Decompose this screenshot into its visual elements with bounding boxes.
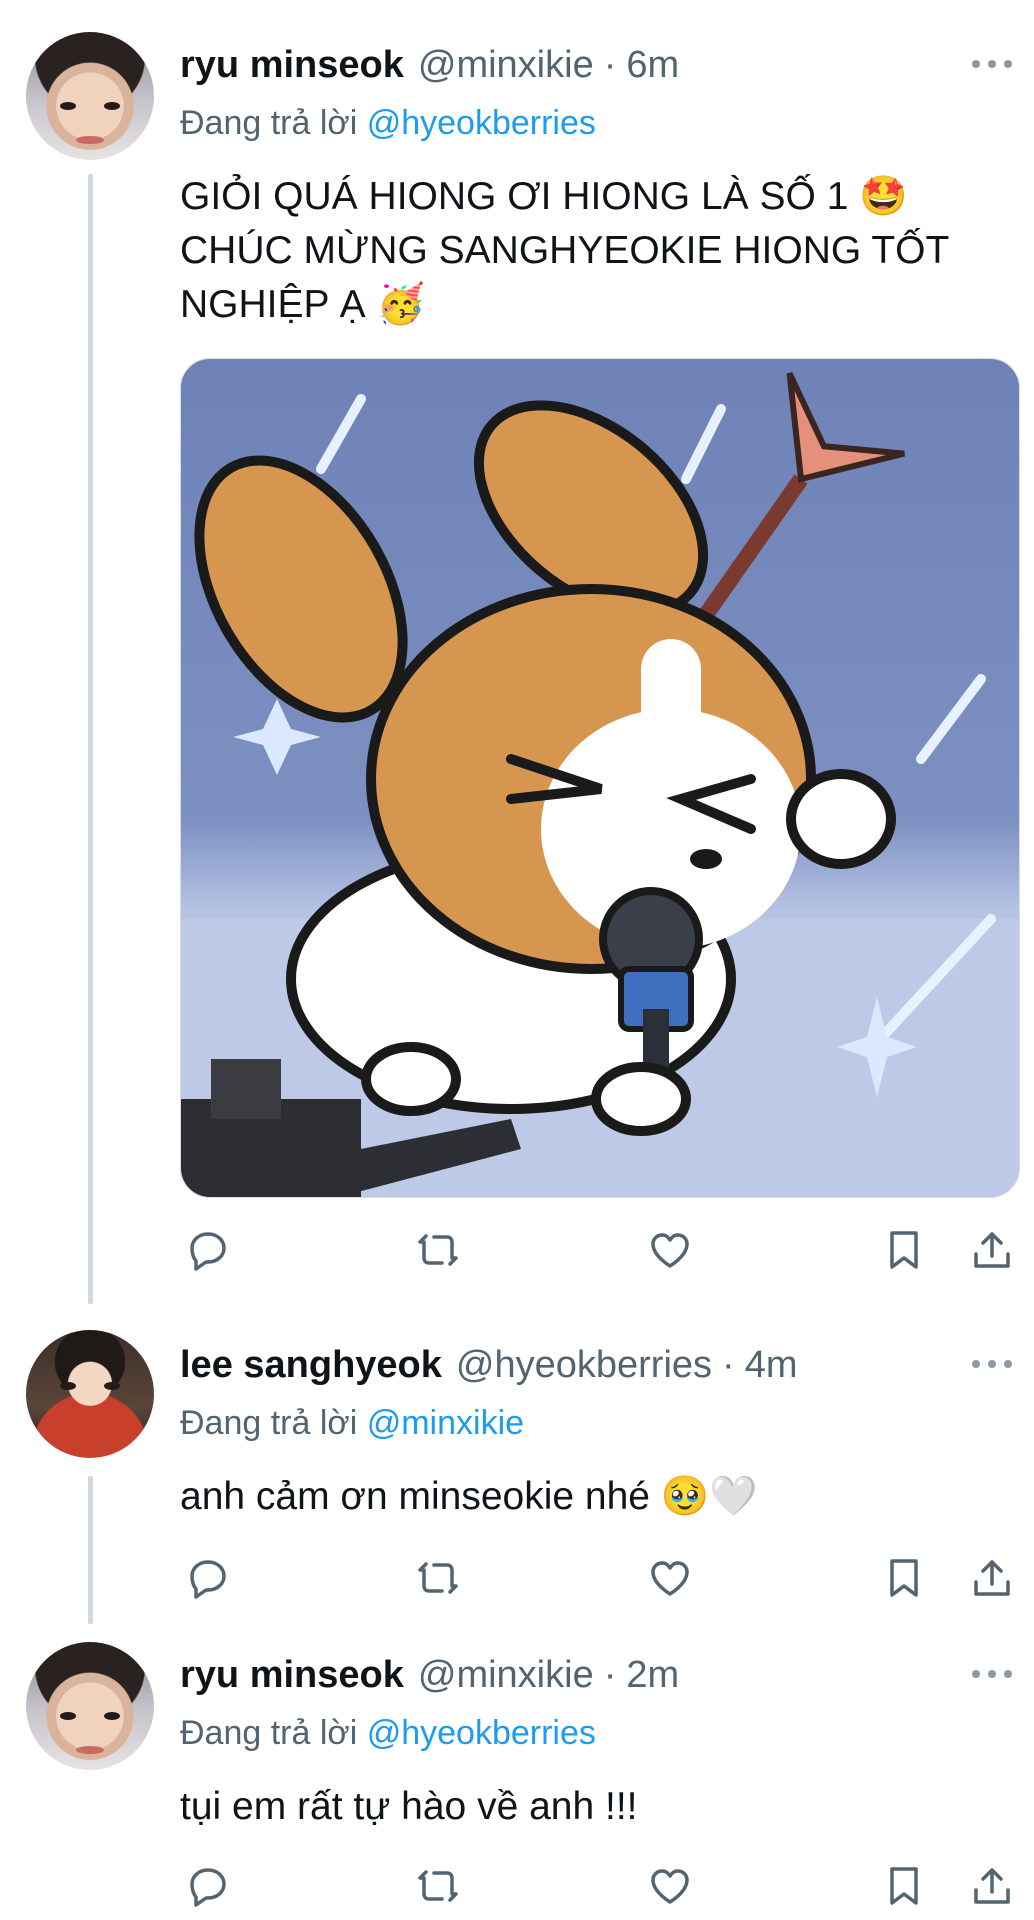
display-name[interactable]: lee sanghyeok <box>180 1344 442 1387</box>
replying-to: Đang trả lời @hyeokberries <box>180 104 596 143</box>
tweet-text: tụi em rất tự hào về anh !!! <box>180 1785 638 1828</box>
replying-to: Đang trả lời @minxikie <box>180 1404 524 1443</box>
more-icon[interactable] <box>972 1654 1012 1694</box>
avatar-eyes <box>60 1382 120 1392</box>
more-icon[interactable] <box>972 44 1012 84</box>
avatar[interactable] <box>26 1642 154 1770</box>
share-icon[interactable] <box>964 1222 1020 1278</box>
share-icon[interactable] <box>964 1550 1020 1606</box>
tweet-media-image[interactable] <box>180 358 1020 1198</box>
thread-line <box>88 1476 93 1624</box>
share-icon[interactable] <box>964 1858 1020 1914</box>
avatar-mouth <box>76 136 104 144</box>
avatar-eyes <box>60 1712 120 1722</box>
tweet-actions <box>180 1858 1020 1914</box>
user-handle[interactable]: @hyeokberries <box>456 1344 712 1387</box>
separator-dot: · <box>722 1343 735 1386</box>
timestamp[interactable]: 6m <box>626 44 679 87</box>
reply-icon[interactable] <box>180 1550 236 1606</box>
mention-link[interactable]: @hyeokberries <box>367 104 596 142</box>
reply-icon[interactable] <box>180 1858 236 1914</box>
tweet-header: lee sanghyeok @hyeokberries · 4m <box>180 1340 798 1390</box>
tweet-text: anh cảm ơn minseokie nhé 🥹🤍 <box>180 1475 758 1518</box>
avatar[interactable] <box>26 1330 154 1458</box>
replying-prefix: Đang trả lời <box>180 104 358 142</box>
timestamp[interactable]: 4m <box>745 1344 798 1387</box>
retweet-icon[interactable] <box>410 1222 466 1278</box>
tweet-actions <box>180 1550 1020 1606</box>
mention-link[interactable]: @hyeokberries <box>367 1714 596 1752</box>
replying-prefix: Đang trả lời <box>180 1714 358 1752</box>
display-name[interactable]: ryu minseok <box>180 44 404 87</box>
user-handle[interactable]: @minxikie <box>418 44 594 87</box>
separator-dot: · <box>603 43 617 86</box>
retweet-icon[interactable] <box>410 1550 466 1606</box>
more-icon[interactable] <box>972 1344 1012 1384</box>
bookmark-icon[interactable] <box>876 1222 932 1278</box>
avatar-eyes <box>60 102 120 112</box>
timestamp[interactable]: 2m <box>626 1654 679 1697</box>
mention-link[interactable]: @minxikie <box>367 1404 524 1442</box>
bookmark-icon[interactable] <box>876 1550 932 1606</box>
avatar[interactable] <box>26 32 154 160</box>
separator-dot: · <box>603 1653 617 1696</box>
display-name[interactable]: ryu minseok <box>180 1654 404 1697</box>
corgi-illustration <box>181 372 1019 1197</box>
like-icon[interactable] <box>642 1858 698 1914</box>
avatar-mouth <box>76 1746 104 1754</box>
tweet-2[interactable]: lee sanghyeok @hyeokberries · 4m Đang tr… <box>0 1300 1034 1624</box>
replying-prefix: Đang trả lời <box>180 1404 358 1442</box>
tweet-actions <box>180 1222 1020 1278</box>
tweet-1[interactable]: ryu minseok @minxikie · 6m Đang trả lời … <box>0 0 1034 1304</box>
like-icon[interactable] <box>642 1222 698 1278</box>
tweet-3[interactable]: ryu minseok @minxikie · 2m Đang trả lời … <box>0 1610 1034 1920</box>
tweet-header: ryu minseok @minxikie · 6m <box>180 40 679 90</box>
tweet-header: ryu minseok @minxikie · 2m <box>180 1650 679 1700</box>
like-icon[interactable] <box>642 1550 698 1606</box>
bookmark-icon[interactable] <box>876 1858 932 1914</box>
replying-to: Đang trả lời @hyeokberries <box>180 1714 596 1753</box>
user-handle[interactable]: @minxikie <box>418 1654 594 1697</box>
tweet-text: GIỎI QUÁ HIONG ƠI HIONG LÀ SỐ 1 🤩 CHÚC M… <box>180 175 949 326</box>
retweet-icon[interactable] <box>410 1858 466 1914</box>
thread-line <box>88 174 93 1304</box>
reply-icon[interactable] <box>180 1222 236 1278</box>
